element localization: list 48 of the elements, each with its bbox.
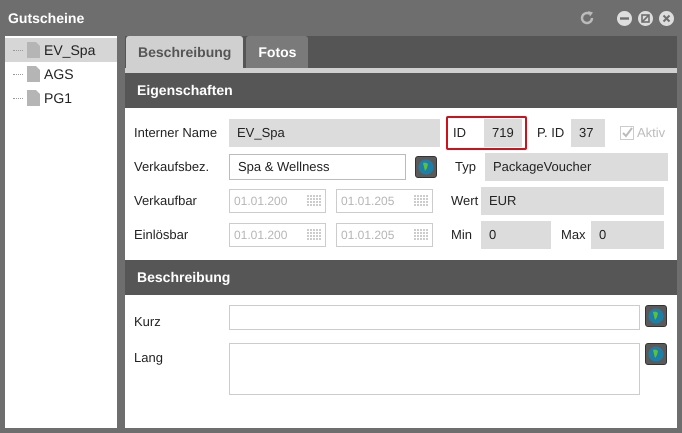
- field-label: Wert: [451, 192, 480, 210]
- sales-name-field[interactable]: Spa & Wellness: [229, 154, 406, 180]
- tree-item[interactable]: AGS: [5, 62, 117, 86]
- tab[interactable]: Fotos: [246, 36, 308, 68]
- readonly-field: 0: [591, 221, 664, 249]
- calendar-icon: [307, 229, 321, 241]
- field-label: Kurz: [134, 313, 162, 331]
- field-label: Typ: [455, 158, 477, 176]
- globe-icon: [648, 346, 664, 362]
- maximize-icon[interactable]: [638, 10, 653, 26]
- field-label: Verkaufsbez.: [134, 158, 210, 176]
- field-label: Verkaufbar: [134, 192, 198, 210]
- section-header: Beschreibung: [125, 260, 677, 295]
- tree-item[interactable]: EV_Spa: [5, 38, 117, 62]
- refresh-icon[interactable]: [579, 10, 595, 26]
- readonly-field: 37: [571, 119, 605, 147]
- globe-button[interactable]: [415, 156, 437, 178]
- calendar-icon: [414, 229, 428, 241]
- short-description-field[interactable]: [229, 305, 640, 330]
- globe-button[interactable]: [645, 305, 667, 327]
- field-label: P. ID: [537, 124, 566, 142]
- minimize-icon[interactable]: [617, 10, 632, 26]
- document-icon: [27, 42, 40, 58]
- field-label: Einlösbar: [134, 226, 190, 244]
- section-header: Eigenschaften: [125, 73, 677, 108]
- globe-icon: [418, 159, 434, 175]
- long-description-field[interactable]: [229, 343, 640, 395]
- calendar-icon: [414, 195, 428, 207]
- globe-button[interactable]: [645, 343, 667, 365]
- readonly-field: 0: [481, 221, 551, 249]
- readonly-field: EUR: [481, 187, 664, 215]
- tab[interactable]: Beschreibung: [126, 36, 244, 68]
- field-label: ID: [453, 124, 467, 142]
- field-label: Min: [451, 226, 473, 244]
- tree-item[interactable]: PG1: [5, 86, 117, 110]
- document-icon: [27, 66, 40, 82]
- document-icon: [27, 90, 40, 106]
- check-icon: [620, 126, 634, 140]
- readonly-field: PackageVoucher: [485, 153, 668, 181]
- field-label: Interner Name: [134, 124, 218, 142]
- field-label: Max: [561, 226, 587, 244]
- readonly-field: 719: [484, 119, 522, 147]
- calendar-icon: [307, 195, 321, 207]
- close-icon[interactable]: [659, 10, 674, 26]
- field-label: Lang: [134, 349, 164, 367]
- window-title: Gutscheine: [8, 8, 86, 28]
- readonly-field: EV_Spa: [229, 119, 440, 147]
- globe-icon: [648, 308, 664, 324]
